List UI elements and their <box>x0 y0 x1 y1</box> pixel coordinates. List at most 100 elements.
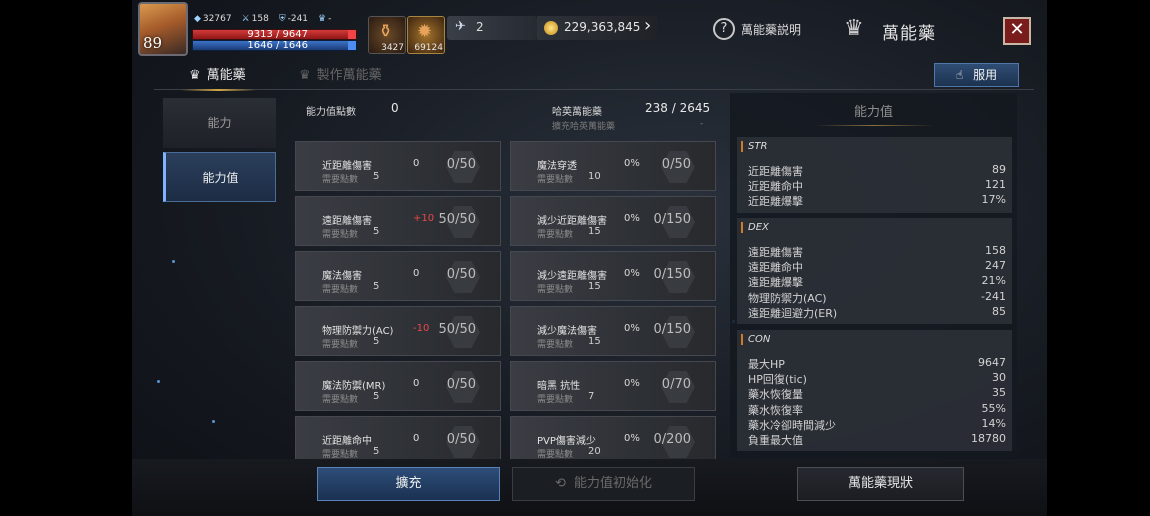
stats-row-label: 最大HP <box>748 358 785 371</box>
mp-bar: 1646 / 1646 <box>192 40 357 51</box>
stats-row: 遠距離爆擊 21% <box>748 274 1006 289</box>
stats-row-label: 遠距離迴避力(ER) <box>748 306 838 320</box>
mp-cap <box>348 41 356 50</box>
spark-decoration <box>212 420 215 423</box>
stat-card[interactable]: 近距離傷害 需要點數 5 0 0/50 <box>295 141 501 191</box>
elixir-count: 69124 <box>414 43 443 53</box>
help-link[interactable]: 萬能藥説明 <box>741 21 801 38</box>
required-points-label: 需要點數 <box>537 285 574 295</box>
stats-row-value: 247 <box>985 259 1006 273</box>
tab-elixir[interactable]: ♛ 萬能藥 <box>181 64 256 91</box>
use-button[interactable]: ☝ 服用 <box>934 63 1019 87</box>
stat-progress: 0/70 <box>661 377 691 392</box>
stats-row-value: 121 <box>985 178 1006 192</box>
stat-card[interactable]: 減少魔法傷害 需要點數 15 0% 0/150 <box>510 306 716 356</box>
required-points-value: 5 <box>373 171 380 182</box>
mp-text: 1646 / 1646 <box>247 40 308 51</box>
reset-stats-button[interactable]: ⟲ 能力值初始化 <box>512 467 695 501</box>
stats-row-value: 158 <box>985 244 1006 257</box>
required-points-value: 5 <box>373 336 380 347</box>
close-button[interactable]: ✕ <box>1003 17 1031 45</box>
section-header: STR <box>741 141 767 152</box>
stats-row: 近距離傷害 89 <box>748 163 1006 178</box>
stat-card[interactable]: 魔法傷害 需要點數 5 0 0/50 <box>295 251 501 301</box>
stat-card[interactable]: 暗黑 抗性 需要點數 7 0% 0/70 <box>510 361 716 411</box>
stats-row-value: 9647 <box>978 356 1006 369</box>
tab-bar: ♛ 萬能藥 ♛ 製作萬能藥 <box>154 60 1034 91</box>
stat-card[interactable]: 魔法防禦(MR) 需要點數 5 0 0/50 <box>295 361 501 411</box>
stats-row-label: 負重最大值 <box>748 434 803 447</box>
stat-bonus: 0% <box>624 268 640 279</box>
stats-row-value: 17% <box>981 193 1006 207</box>
stat-name: 魔法傷害 <box>322 271 362 282</box>
stat-d: ♛ - <box>318 14 332 24</box>
sidebar-item-stats[interactable]: 能力值 <box>163 152 276 202</box>
stats-row: 藥水冷卻時間減少 14% <box>748 417 1006 432</box>
potion-slot-2[interactable]: ✹ 69124 <box>407 16 445 54</box>
points-value: 0 <box>391 101 399 115</box>
stats-row: 物理防禦力(AC) -241 <box>748 290 1006 305</box>
hud-stats: ◆ 32767 ⚔ 158 ⛨ -241 ♛ - <box>194 14 331 24</box>
required-points-value: 15 <box>588 281 601 292</box>
stats-panel: 能力值 STR 近距離傷害 89 近距離命中 121 近距離爆擊 17% DEX 遠距離傷害 15… <box>730 93 1017 458</box>
stat-name: 減少遠距離傷害 <box>537 271 607 282</box>
stat-card[interactable]: 減少近距離傷害 需要點數 15 0% 0/150 <box>510 196 716 246</box>
stat-name: 物理防禦力(AC) <box>322 326 394 337</box>
stats-row: 負重最大值 18780 <box>748 432 1006 447</box>
character-portrait[interactable]: 89 <box>138 2 188 56</box>
required-points-label: 需要點數 <box>537 340 574 350</box>
stat-name: 近距離命中 <box>322 436 372 447</box>
stat-progress: 0/50 <box>661 157 691 172</box>
expand-button[interactable]: 擴充 <box>317 467 500 501</box>
stat-name: PVP傷害減少 <box>537 436 596 447</box>
required-points-label: 需要點數 <box>322 285 359 295</box>
tab-craft-elixir[interactable]: ♛ 製作萬能藥 <box>299 64 382 88</box>
stats-row-value: 55% <box>981 401 1006 415</box>
required-points-value: 5 <box>373 281 380 292</box>
sword-icon: ⚔ <box>241 14 250 24</box>
sidebar-item-ability[interactable]: 能力 <box>163 98 276 148</box>
hp-cap <box>348 30 356 39</box>
screen: 89 ◆ 32767 ⚔ 158 ⛨ -241 ♛ - 9313 / 9647 1646… <box>0 0 1150 516</box>
hand-icon: ☝ <box>955 68 964 82</box>
stat-bonus: 0% <box>624 378 640 389</box>
required-points-label: 需要點數 <box>322 340 359 350</box>
stat-card[interactable]: 近距離命中 需要點數 5 0 0/50 <box>295 416 501 459</box>
stats-row: 遠距離傷害 158 <box>748 244 1006 259</box>
stat-progress: 0/50 <box>446 267 476 282</box>
stat-name: 魔法防禦(MR) <box>322 381 386 392</box>
stats-row-value: 18780 <box>971 432 1006 445</box>
stat-card[interactable]: 減少遠距離傷害 需要點數 15 0% 0/150 <box>510 251 716 301</box>
stat-name: 減少近距離傷害 <box>537 216 607 227</box>
stat-card[interactable]: 物理防禦力(AC) 需要點數 5 -10 50/50 <box>295 306 501 356</box>
stats-row: 近距離命中 121 <box>748 178 1006 193</box>
stats-row-label: 遠距離傷害 <box>748 246 803 259</box>
stat-card[interactable]: PVP傷害減少 需要點數 20 0% 0/200 <box>510 416 716 459</box>
hp-bar: 9313 / 9647 <box>192 29 357 40</box>
required-points-value: 15 <box>588 336 601 347</box>
stats-row-label: 遠距離爆擊 <box>748 276 803 290</box>
stats-row-value: 14% <box>981 416 1006 430</box>
stat-card[interactable]: 魔法穿透 需要點數 10 0% 0/50 <box>510 141 716 191</box>
stats-section-str: STR 近距離傷害 89 近距離命中 121 近距離爆擊 17% <box>737 137 1012 213</box>
stats-row-value: -241 <box>981 289 1006 303</box>
required-points-label: 需要點數 <box>322 230 359 240</box>
hh-expand-value: - <box>700 119 704 129</box>
stats-row: 藥水恢復量 35 <box>748 386 1006 401</box>
stats-row-value: 30 <box>992 371 1006 385</box>
stat-name: 近距離傷害 <box>322 161 372 172</box>
craft-tab-icon: ♛ <box>299 68 311 83</box>
chevron-right-icon[interactable]: › <box>644 15 651 36</box>
potion-slot-1[interactable]: ⚱ 3427 <box>368 16 406 54</box>
diamond-icon: ◆ <box>194 14 201 24</box>
stats-section-dex: DEX 遠距離傷害 158 遠距離命中 247 遠距離爆擊 21% 物理防禦力(AC) -241… <box>737 218 1012 324</box>
help-icon[interactable]: ? <box>713 18 735 40</box>
feather-count: 2 <box>476 20 484 34</box>
stat-card[interactable]: 遠距離傷害 需要點數 5 +10 50/50 <box>295 196 501 246</box>
elixir-status-button[interactable]: 萬能藥現狀 <box>797 467 964 501</box>
stat-name: 遠距離傷害 <box>322 216 372 227</box>
stat-bonus: +10 <box>413 213 435 224</box>
spark-decoration <box>172 260 175 263</box>
hh-elixir-value: 238 / 2645 <box>645 101 711 115</box>
required-points-label: 需要點數 <box>537 230 574 240</box>
